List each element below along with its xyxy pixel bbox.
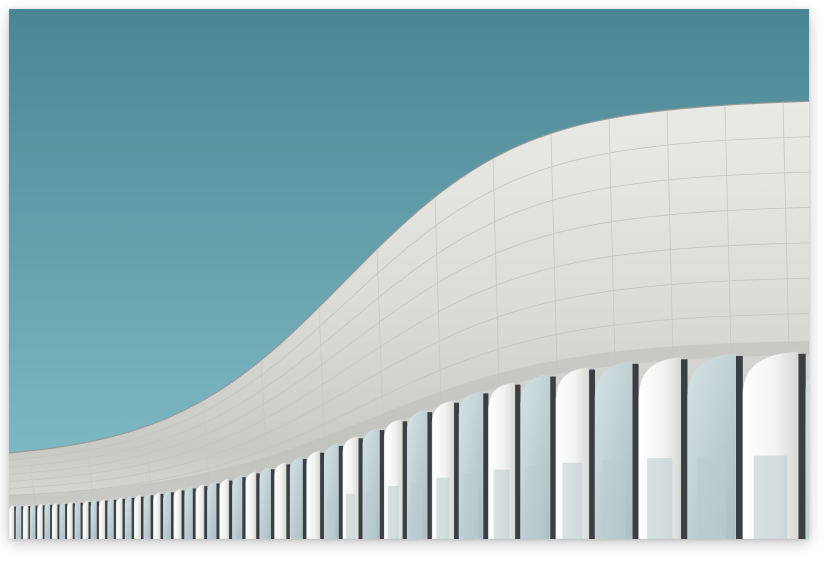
fin-gap <box>402 421 408 539</box>
fin-gap <box>104 500 108 539</box>
fin-gap <box>550 376 556 539</box>
architecture-photo <box>9 9 809 539</box>
fin-gap <box>122 498 126 539</box>
glass-fin <box>143 492 151 539</box>
glass-fin <box>207 481 217 539</box>
fin-gap <box>113 499 117 539</box>
white-fin <box>51 502 58 539</box>
white-fin <box>153 491 161 539</box>
glass-fin <box>90 499 97 539</box>
window-pane <box>526 465 545 539</box>
page <box>0 0 836 566</box>
glass-fin <box>289 456 303 539</box>
white-fin <box>306 450 321 539</box>
fin-gap <box>88 502 91 539</box>
glass-fin <box>107 497 114 539</box>
fin-gap <box>170 492 174 539</box>
fin-gap <box>181 490 185 539</box>
fin-gap <box>270 469 275 539</box>
white-fin <box>82 499 89 539</box>
fin-gap <box>72 503 75 539</box>
fin-gap <box>319 452 325 539</box>
fin-gap <box>632 363 639 539</box>
window-pane <box>753 455 788 539</box>
glass-fin <box>232 474 243 539</box>
fin-gap <box>338 445 343 539</box>
fin-gap <box>379 430 385 539</box>
fin-gap <box>798 353 806 539</box>
white-fin <box>245 471 257 539</box>
white-fin <box>219 478 230 539</box>
fin-gap <box>160 493 164 539</box>
white-fin <box>173 488 182 539</box>
fin-gap <box>14 506 16 539</box>
glass-fin <box>124 495 132 539</box>
fin-gap <box>514 384 521 539</box>
fin-gap <box>57 504 60 539</box>
fin-gap <box>680 359 688 539</box>
glass-fin <box>59 501 66 539</box>
glass-fin <box>184 486 193 539</box>
fin-gap <box>735 356 743 539</box>
fin-gap <box>64 503 68 539</box>
glass-fin <box>259 466 271 539</box>
window-pane <box>345 493 356 539</box>
fin-gap <box>150 495 154 539</box>
photo-canvas <box>9 9 809 539</box>
fin-gap <box>256 473 260 539</box>
fin-gap <box>216 483 220 539</box>
white-fin <box>98 498 106 539</box>
window-pane <box>327 497 336 539</box>
fin-gap <box>483 393 489 539</box>
fin-gap <box>192 488 196 539</box>
white-fin <box>66 501 73 539</box>
fin-gap <box>96 501 100 539</box>
fin-gap <box>42 505 45 539</box>
white-fin <box>133 494 141 539</box>
white-fin <box>22 503 29 539</box>
window-pane <box>647 458 673 539</box>
fin-gap <box>131 497 135 539</box>
window-pane <box>493 469 510 539</box>
fin-gap <box>49 504 53 539</box>
window-pane <box>436 477 450 539</box>
window-pane <box>411 481 424 539</box>
glass-fin <box>44 502 51 539</box>
fin-gap <box>140 496 144 539</box>
fin-gap <box>21 506 24 539</box>
window-pane <box>697 456 726 539</box>
fin-gap <box>588 369 595 539</box>
white-fin <box>9 504 15 539</box>
fin-gap <box>427 412 433 539</box>
glass-fin <box>163 489 171 539</box>
window-pane <box>366 490 377 539</box>
white-fin <box>195 483 205 539</box>
fin-gap <box>80 502 83 539</box>
white-fin <box>274 462 287 539</box>
fin-gap <box>302 458 307 539</box>
fin-gap <box>286 464 291 539</box>
white-fin <box>37 502 43 539</box>
fin-gap <box>35 505 38 539</box>
glass-fin <box>74 500 81 539</box>
window-pane <box>602 460 625 539</box>
glass-fin <box>15 503 22 539</box>
white-fin <box>115 496 123 539</box>
window-pane <box>463 473 479 539</box>
glass-fin <box>29 503 36 539</box>
window-pane <box>562 462 583 539</box>
window-pane <box>387 486 399 539</box>
fin-gap <box>204 486 208 539</box>
fin-gap <box>242 477 246 539</box>
fin-gap <box>28 506 31 539</box>
fin-gap <box>453 402 459 539</box>
fin-gap <box>358 438 363 539</box>
fin-gap <box>228 480 233 539</box>
